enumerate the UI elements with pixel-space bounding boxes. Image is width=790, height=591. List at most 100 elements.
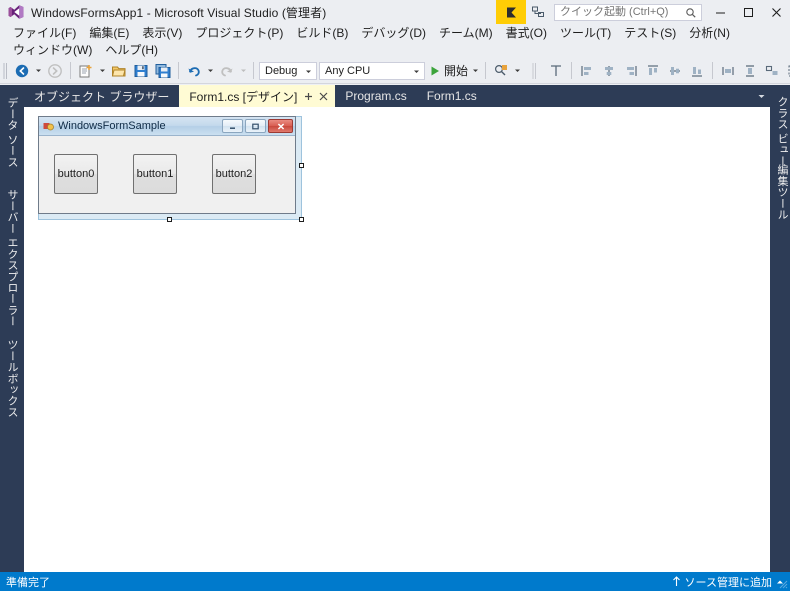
undo-icon[interactable] — [183, 60, 205, 82]
send-feedback-icon[interactable] — [526, 0, 550, 24]
tab-label: Program.cs — [345, 89, 407, 103]
make-same-width-icon[interactable] — [717, 60, 739, 82]
sidebar-item-edit-tools[interactable]: 編集ツール — [770, 159, 790, 220]
resize-handle-middle-right[interactable] — [299, 163, 304, 168]
sidebar-item-label: 編集ツール — [776, 164, 788, 220]
align-middles-icon[interactable] — [664, 60, 686, 82]
menu-row-secondary: ウィンドウ(W) ヘルプ(H) — [7, 41, 790, 58]
menu-item-build[interactable]: ビルド(B) — [290, 23, 355, 42]
form-designer-surface[interactable]: WindowsFormSample button0 button1 button… — [24, 107, 770, 572]
quick-launch-box[interactable] — [554, 3, 702, 21]
toolbar-separator — [571, 62, 573, 79]
align-tops-icon[interactable] — [642, 60, 664, 82]
form-button2[interactable]: button2 — [212, 154, 256, 194]
navigate-back-icon[interactable] — [11, 60, 33, 82]
align-rights-icon[interactable] — [620, 60, 642, 82]
size-to-grid-icon[interactable] — [783, 60, 790, 82]
form-minimize-button[interactable] — [222, 119, 243, 133]
sidebar-item-toolbox[interactable]: ツールボックス — [0, 333, 24, 425]
new-project-icon[interactable] — [75, 60, 97, 82]
align-lefts-icon[interactable] — [576, 60, 598, 82]
tab-label: Form1.cs [デザイン] — [189, 89, 298, 104]
save-icon[interactable] — [130, 60, 152, 82]
toolbar-separator — [253, 62, 254, 79]
align-centers-icon[interactable] — [598, 60, 620, 82]
start-debugging-button[interactable]: 開始 — [426, 60, 470, 82]
tab-order-icon[interactable] — [545, 60, 567, 82]
menu-item-test[interactable]: テスト(S) — [618, 23, 683, 42]
start-debugging-dropdown-icon[interactable] — [470, 60, 481, 82]
save-all-icon[interactable] — [152, 60, 174, 82]
form-button1[interactable]: button1 — [133, 154, 177, 194]
menu-item-team[interactable]: チーム(M) — [433, 23, 500, 42]
toolbar-separator — [712, 62, 714, 79]
tab-label: Form1.cs — [426, 89, 477, 103]
source-control-label: ソース管理に追加 — [684, 576, 772, 589]
menu-item-analyze[interactable]: 分析(N) — [683, 23, 737, 42]
toolbar-separator — [485, 62, 487, 79]
redo-icon[interactable] — [216, 60, 238, 82]
find-in-files-icon[interactable] — [490, 60, 512, 82]
form-maximize-button[interactable] — [245, 119, 266, 133]
sidebar-item-server-explorer[interactable]: サーバー エクスプローラー — [0, 183, 24, 327]
tab-form1-cs[interactable]: Form1.cs — [417, 85, 487, 107]
menu-item-format[interactable]: 書式(O) — [500, 23, 554, 42]
pin-icon[interactable] — [304, 92, 313, 101]
window-maximize-button[interactable] — [734, 0, 762, 24]
menu-item-help[interactable]: ヘルプ(H) — [99, 40, 165, 59]
undo-dropdown-icon[interactable] — [205, 60, 216, 82]
navigate-back-dropdown-icon[interactable] — [33, 60, 44, 82]
form-button-label: button1 — [136, 168, 174, 180]
navigate-forward-icon[interactable] — [44, 60, 66, 82]
search-icon — [685, 7, 697, 19]
sidebar-item-data-sources[interactable]: データ ソース — [0, 91, 24, 177]
tab-label: オブジェクト ブラウザー — [34, 89, 170, 104]
arrow-up-icon — [672, 576, 681, 587]
resize-grip-icon[interactable] — [777, 578, 789, 590]
solution-configuration-combo[interactable]: Debug — [259, 61, 317, 80]
open-file-icon[interactable] — [108, 60, 130, 82]
form-caption-bar: WindowsFormSample — [39, 117, 295, 136]
sidebar-item-label: データ ソース — [6, 97, 18, 168]
tab-object-browser[interactable]: オブジェクト ブラウザー — [24, 85, 179, 107]
solution-configuration-value: Debug — [265, 64, 298, 77]
toolbar-grip-icon[interactable] — [2, 62, 9, 80]
menu-item-debug[interactable]: デバッグ(D) — [355, 23, 433, 42]
chevron-down-icon — [413, 68, 420, 75]
play-icon — [429, 65, 441, 77]
form-designer-icon — [43, 121, 54, 132]
menu-item-project[interactable]: プロジェクト(P) — [189, 23, 290, 42]
window-close-button[interactable] — [762, 0, 790, 24]
document-tab-strip: オブジェクト ブラウザー Form1.cs [デザイン] Program.cs … — [24, 85, 770, 107]
redo-dropdown-icon[interactable] — [238, 60, 249, 82]
new-project-dropdown-icon[interactable] — [97, 60, 108, 82]
tab-form1-designer[interactable]: Form1.cs [デザイン] — [179, 85, 336, 107]
menu-item-window[interactable]: ウィンドウ(W) — [7, 40, 99, 59]
window-minimize-button[interactable] — [706, 0, 734, 24]
menu-row-primary: ファイル(F) 編集(E) 表示(V) プロジェクト(P) ビルド(B) デバッ… — [7, 24, 790, 41]
menu-item-tools[interactable]: ツール(T) — [554, 23, 618, 42]
window-title: WindowsFormsApp1 - Microsoft Visual Stud… — [31, 5, 327, 20]
designed-form[interactable]: WindowsFormSample button0 button1 button… — [38, 116, 296, 214]
close-tab-icon[interactable] — [319, 92, 328, 101]
toolbar-separator — [178, 62, 179, 79]
resize-handle-bottom-right[interactable] — [299, 217, 304, 222]
feedback-flag-icon[interactable] — [496, 0, 526, 24]
find-dropdown-icon[interactable] — [512, 60, 523, 82]
sidebar-item-class-view[interactable]: クラス ビュー — [770, 91, 790, 166]
make-same-size-icon[interactable] — [761, 60, 783, 82]
quick-launch-input[interactable] — [560, 6, 678, 18]
tab-program-cs[interactable]: Program.cs — [335, 85, 416, 107]
resize-handle-bottom-center[interactable] — [167, 217, 172, 222]
solution-platform-combo[interactable]: Any CPU — [319, 61, 425, 80]
source-control-button[interactable]: ソース管理に追加 — [672, 574, 784, 590]
right-dock-rail: クラス ビュー 編集ツール — [770, 85, 790, 572]
title-bar: WindowsFormsApp1 - Microsoft Visual Stud… — [0, 0, 790, 24]
form-close-button[interactable] — [268, 119, 293, 133]
form-client-area[interactable]: button0 button1 button2 — [39, 136, 295, 213]
align-bottoms-icon[interactable] — [686, 60, 708, 82]
toolbar-grip-secondary-icon[interactable] — [523, 60, 545, 82]
make-same-height-icon[interactable] — [739, 60, 761, 82]
form-button0[interactable]: button0 — [54, 154, 98, 194]
chevron-down-icon[interactable] — [752, 85, 770, 107]
